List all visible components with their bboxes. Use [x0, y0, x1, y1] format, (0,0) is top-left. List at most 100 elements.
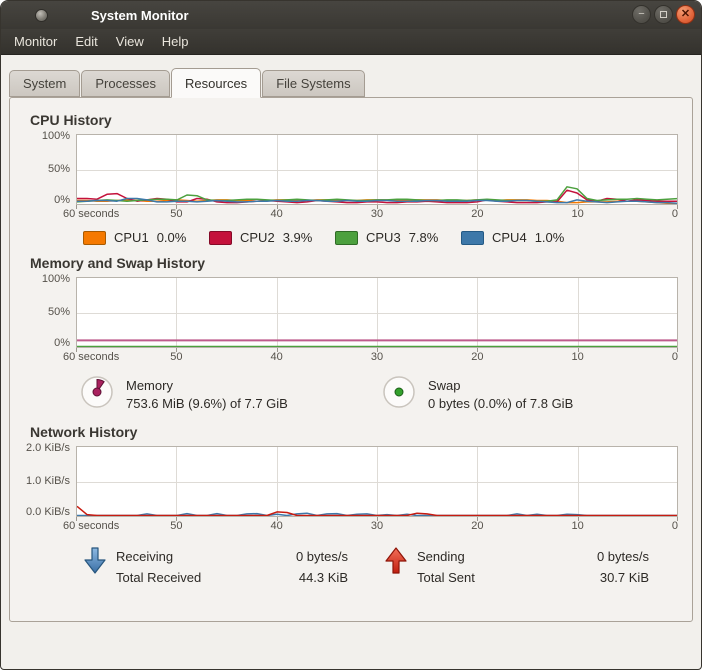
cpu-x-axis-labels: 60 seconds 50 40 30 20 10 0	[63, 208, 678, 222]
cpu-plot	[76, 134, 678, 209]
memory-x-axis-labels: 60 seconds 50 40 30 20 10 0	[63, 351, 678, 365]
cpu3-color-swatch[interactable]	[335, 230, 358, 245]
sending-rate: 0 bytes/s	[596, 549, 649, 564]
cpu4-label: CPU4	[492, 230, 527, 245]
memory-pie-icon	[80, 375, 114, 414]
memory-y-axis-labels: 100% 50% 0%	[30, 273, 76, 349]
sending-group: Sending 0 bytes/s Total Sent 30.7 KiB	[383, 546, 684, 589]
memory-chart-row: 100% 50% 0% 60 seconds 50 40 30 20 10 0	[30, 273, 684, 365]
tab-file-systems[interactable]: File Systems	[262, 70, 365, 97]
cpu-y-tick: 50%	[47, 163, 70, 175]
memory-x-tick: 50	[170, 351, 183, 363]
network-x-tick: 10	[571, 520, 584, 532]
total-sent-label: Total Sent	[417, 569, 475, 585]
memory-x-tick: 10	[571, 351, 584, 363]
receiving-row: Receiving 0 bytes/s	[116, 547, 348, 568]
total-sent-row: Total Sent 30.7 KiB	[417, 568, 649, 589]
cpu2-color-swatch[interactable]	[209, 230, 232, 245]
maximize-icon	[660, 11, 667, 18]
memory-usage-value: 753.6 MiB (9.6%) of 7.7 GiB	[126, 396, 288, 411]
cpu-x-tick: 10	[571, 208, 584, 220]
resources-panel: CPU History 100% 50% 0% 60 seconds 50 40 30 20…	[9, 97, 693, 622]
titlebar[interactable]: System Monitor − ✕	[1, 1, 701, 29]
memory-x-tick: 0	[671, 351, 678, 363]
network-x-axis-labels: 60 seconds 50 40 30 20 10 0	[63, 520, 678, 534]
network-legend: Receiving 0 bytes/s Total Received 44.3 …	[82, 546, 684, 589]
window-title: System Monitor	[91, 7, 189, 23]
menu-help[interactable]: Help	[153, 30, 198, 53]
tab-system[interactable]: System	[9, 70, 81, 97]
swap-usage-value: 0 bytes (0.0%) of 7.8 GiB	[428, 396, 574, 411]
cpu-x-tick: 0	[671, 208, 678, 220]
network-x-tick: 20	[471, 520, 484, 532]
menu-view[interactable]: View	[107, 30, 153, 53]
minimize-button[interactable]: −	[632, 5, 651, 24]
network-x-tick: 40	[270, 520, 283, 532]
close-icon: ✕	[680, 8, 691, 20]
cpu1-color-swatch[interactable]	[83, 230, 106, 245]
tab-processes[interactable]: Processes	[81, 70, 171, 97]
sending-arrow-icon	[385, 547, 407, 574]
cpu-x-tick: 30	[370, 208, 384, 220]
cpu-y-axis-labels: 100% 50% 0%	[30, 130, 76, 206]
cpu-history-title: CPU History	[30, 112, 112, 128]
sending-row: Sending 0 bytes/s	[417, 547, 649, 568]
cpu3-label: CPU3	[366, 230, 401, 245]
swap-legend-item: Swap 0 bytes (0.0%) of 7.8 GiB	[382, 375, 684, 414]
network-x-tick: 50	[170, 520, 183, 532]
maximize-button[interactable]	[654, 5, 673, 24]
tab-resources[interactable]: Resources	[171, 68, 262, 98]
swap-pie-icon	[382, 375, 416, 414]
memory-y-tick: 100%	[41, 273, 70, 285]
memory-y-tick: 0%	[54, 337, 70, 349]
cpu4-color-swatch[interactable]	[461, 230, 484, 245]
cpu-x-tick: 60 seconds	[63, 208, 120, 220]
menubar: Monitor Edit View Help	[1, 29, 701, 55]
cpu4-value: 1.0%	[534, 230, 565, 245]
memory-x-tick: 20	[471, 351, 484, 363]
network-y-tick: 0.0 KiB/s	[25, 506, 70, 518]
network-x-tick: 60 seconds	[63, 520, 120, 532]
memory-y-tick: 50%	[47, 306, 70, 318]
cpu-chart-row: 100% 50% 0% 60 seconds 50 40 30 20 10 0	[30, 130, 684, 222]
total-sent-value: 30.7 KiB	[599, 569, 649, 585]
menu-monitor[interactable]: Monitor	[5, 30, 66, 53]
menu-edit[interactable]: Edit	[66, 30, 106, 53]
cpu-y-tick: 0%	[54, 194, 70, 206]
memory-x-tick: 40	[270, 351, 283, 363]
sending-label: Sending	[417, 549, 465, 564]
cpu1-label: CPU1	[114, 230, 149, 245]
cpu-x-tick: 20	[471, 208, 484, 220]
memory-chart	[76, 277, 678, 352]
cpu1-value: 0.0%	[156, 230, 187, 245]
total-received-row: Total Received 44.3 KiB	[116, 568, 348, 589]
cpu2-legend-item: CPU2 3.9%	[209, 230, 335, 245]
network-y-tick: 1.0 KiB/s	[25, 475, 70, 487]
cpu3-legend-item: CPU3 7.8%	[335, 230, 461, 245]
memory-legend-item: Memory 753.6 MiB (9.6%) of 7.7 GiB	[80, 375, 382, 414]
cpu3-value: 7.8%	[408, 230, 439, 245]
app-icon	[35, 8, 48, 22]
close-button[interactable]: ✕	[676, 5, 695, 24]
total-received-value: 44.3 KiB	[298, 569, 348, 585]
system-monitor-window: System Monitor − ✕ Monitor Edit View Hel…	[0, 0, 702, 670]
receiving-rate: 0 bytes/s	[295, 549, 348, 564]
cpu-y-tick: 100%	[41, 130, 70, 142]
network-y-tick: 2.0 KiB/s	[25, 442, 70, 454]
memory-plot	[76, 277, 678, 352]
network-y-axis-labels: 2.0 KiB/s 1.0 KiB/s 0.0 KiB/s	[26, 442, 76, 518]
minimize-icon: −	[638, 8, 645, 20]
memory-x-tick: 60 seconds	[63, 351, 120, 363]
content-area: System Processes Resources File Systems …	[1, 55, 701, 669]
network-x-tick: 0	[671, 520, 678, 532]
swap-label: Swap	[428, 378, 461, 393]
receiving-group: Receiving 0 bytes/s Total Received 44.3 …	[82, 546, 383, 589]
network-x-tick: 30	[370, 520, 384, 532]
network-chart	[76, 446, 678, 521]
total-received-label: Total Received	[116, 569, 202, 585]
receiving-label: Receiving	[116, 549, 174, 564]
memory-swap-legend: Memory 753.6 MiB (9.6%) of 7.7 GiB Swap …	[80, 375, 684, 414]
tab-bar: System Processes Resources File Systems	[9, 68, 701, 98]
cpu4-legend-item: CPU4 1.0%	[461, 230, 587, 245]
receiving-arrow-icon	[84, 547, 106, 574]
